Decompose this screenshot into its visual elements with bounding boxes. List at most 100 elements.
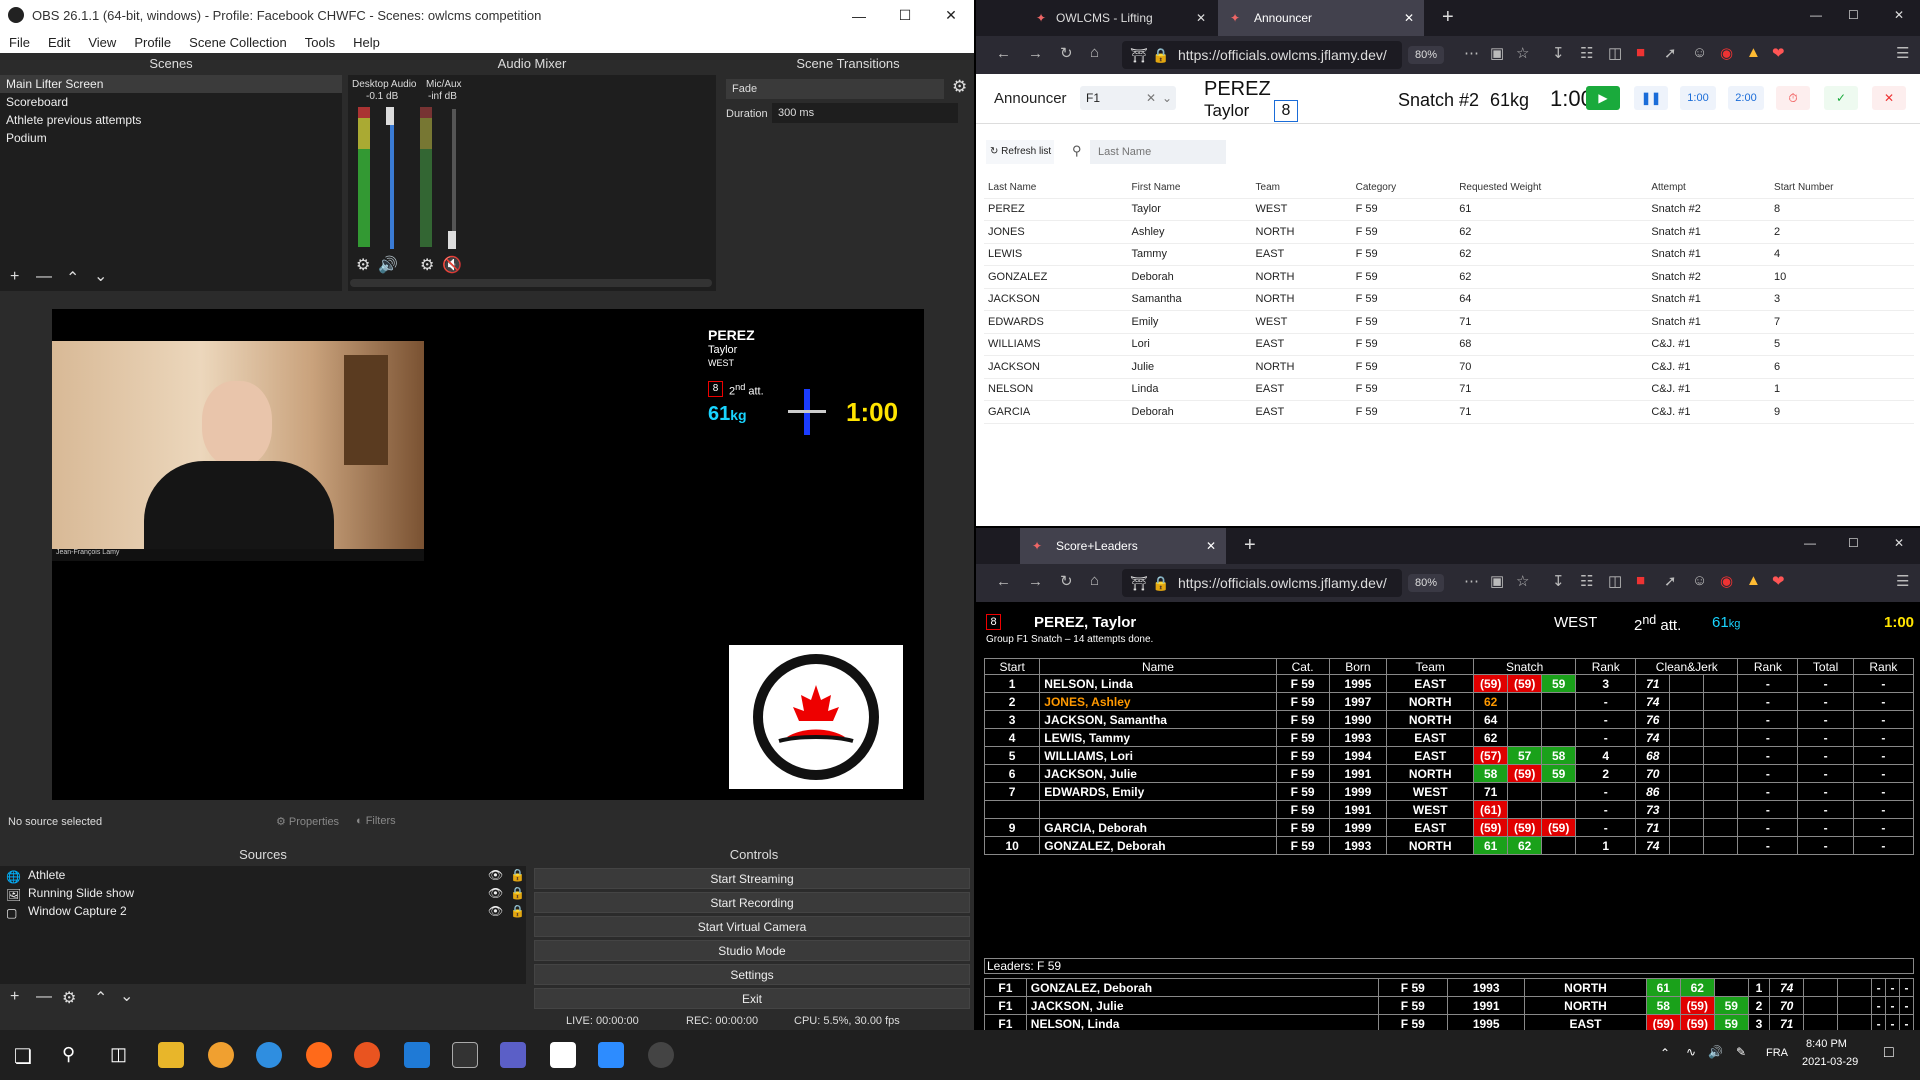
language-indicator[interactable]: FRA <box>1766 1047 1788 1059</box>
menu-icon[interactable]: ☰ <box>1896 44 1909 62</box>
zoom-level[interactable]: 80% <box>1408 46 1444 64</box>
clock-time[interactable]: 8:40 PM <box>1806 1038 1847 1050</box>
remove-source-icon[interactable]: — <box>36 988 52 1006</box>
column-header[interactable]: Start Number <box>1770 178 1914 198</box>
menu-file[interactable]: File <box>0 35 39 50</box>
eye-icon[interactable]: 👁 <box>488 902 503 920</box>
menu-edit[interactable]: Edit <box>39 35 79 50</box>
table-row[interactable]: WILLIAMS Lori EAST F 59 68 C&J. #1 5 <box>984 333 1914 356</box>
scene-item[interactable]: Athlete previous attempts <box>0 111 342 129</box>
desktop-audio-fader-handle[interactable] <box>386 107 394 125</box>
extension-icon[interactable]: ■ <box>1636 572 1645 589</box>
terminal-icon[interactable] <box>452 1042 478 1068</box>
source-item[interactable]: ▢ Window Capture 2 👁 🔒 <box>0 902 526 920</box>
pocket-icon[interactable]: ▣ <box>1490 44 1504 62</box>
menu-scene-collection[interactable]: Scene Collection <box>180 35 296 50</box>
move-up-icon[interactable]: ⌃ <box>66 268 79 288</box>
add-scene-icon[interactable]: + <box>10 268 19 286</box>
extension-icon[interactable]: ➚ <box>1664 572 1677 590</box>
transition-select[interactable]: Fade <box>726 79 944 99</box>
new-tab-icon[interactable]: + <box>1442 6 1454 29</box>
no-lift-button[interactable]: ✕ <box>1872 86 1906 110</box>
extension-icon[interactable]: ▲ <box>1746 44 1761 61</box>
move-up-icon[interactable]: ⌃ <box>94 988 107 1008</box>
ubuntu-icon[interactable] <box>354 1042 380 1068</box>
menu-tools[interactable]: Tools <box>296 35 344 50</box>
close-tab-icon[interactable]: ✕ <box>1206 539 1216 553</box>
minimize-icon[interactable]: — <box>1804 536 1816 550</box>
lock-icon[interactable]: 🔒 <box>510 884 525 902</box>
vscode-icon[interactable] <box>404 1042 430 1068</box>
close-icon[interactable]: ✕ <box>1894 8 1904 22</box>
windows-start-icon[interactable]: ❏ <box>14 1044 32 1069</box>
notepad-icon[interactable] <box>550 1042 576 1068</box>
app-icon[interactable] <box>500 1042 526 1068</box>
extension-icon[interactable]: ➚ <box>1664 44 1677 62</box>
sidebar-icon[interactable]: ◫ <box>1608 44 1622 62</box>
minimize-icon[interactable]: — <box>1810 8 1822 22</box>
close-tab-icon[interactable]: ✕ <box>1196 11 1206 25</box>
gear-icon[interactable]: ⚙ <box>952 77 967 97</box>
file-explorer-icon[interactable] <box>158 1042 184 1068</box>
filters-button[interactable]: ◐ Filters <box>356 815 396 827</box>
edge-icon[interactable] <box>256 1042 282 1068</box>
table-row[interactable]: NELSON Linda EAST F 59 71 C&J. #1 1 <box>984 378 1914 401</box>
close-tab-icon[interactable]: ✕ <box>1404 11 1414 25</box>
table-row[interactable]: JACKSON Samantha NORTH F 59 64 Snatch #1 3 <box>984 288 1914 311</box>
add-source-icon[interactable]: + <box>10 988 19 1006</box>
source-item[interactable]: 🖼 Running Slide show 👁 🔒 <box>0 884 526 902</box>
table-row[interactable]: LEWIS Tammy EAST F 59 62 Snatch #1 4 <box>984 243 1914 266</box>
extension-icon[interactable]: ▲ <box>1746 572 1761 589</box>
lock-icon[interactable]: 🔒 <box>510 866 525 884</box>
gear-icon[interactable]: ⚙ <box>62 988 76 1008</box>
minimize-icon[interactable]: — <box>836 0 882 31</box>
table-row[interactable]: GONZALEZ Deborah NORTH F 59 62 Snatch #2 10 <box>984 266 1914 288</box>
scene-item[interactable]: Scoreboard <box>0 93 342 111</box>
bookmark-star-icon[interactable]: ☆ <box>1516 572 1529 590</box>
reset-2min-button[interactable]: 2:00 <box>1728 86 1764 110</box>
menu-icon[interactable]: ☰ <box>1896 572 1909 590</box>
ublock-icon[interactable]: ◉ <box>1720 572 1733 590</box>
scene-item[interactable]: Main Lifter Screen <box>0 75 342 93</box>
column-header[interactable]: Category <box>1352 178 1456 198</box>
maximize-icon[interactable]: ☐ <box>1848 536 1859 550</box>
pen-icon[interactable]: ✎ <box>1736 1045 1746 1059</box>
last-name-search-input[interactable] <box>1090 140 1226 164</box>
play-button[interactable]: ▶ <box>1586 86 1620 110</box>
bookmark-star-icon[interactable]: ☆ <box>1516 44 1529 62</box>
column-header[interactable]: First Name <box>1128 178 1252 198</box>
column-header[interactable]: Requested Weight <box>1455 178 1647 198</box>
close-icon[interactable]: ✕ <box>1894 536 1904 550</box>
zoom-icon[interactable] <box>598 1042 624 1068</box>
account-icon[interactable]: ☺ <box>1692 44 1707 61</box>
volume-icon[interactable]: 🔊 <box>1708 1045 1723 1059</box>
pause-button[interactable]: ❚❚ <box>1634 86 1668 110</box>
menu-profile[interactable]: Profile <box>125 35 180 50</box>
table-row[interactable]: GARCIA Deborah EAST F 59 71 C&J. #1 9 <box>984 401 1914 423</box>
home-icon[interactable]: ⌂ <box>1090 44 1099 61</box>
account-icon[interactable]: ☺ <box>1692 572 1707 589</box>
mic-aux-fader-handle[interactable] <box>448 231 456 249</box>
start-virtual-camera-button[interactable]: Start Virtual Camera <box>534 916 970 937</box>
clock-date[interactable]: 2021-03-29 <box>1802 1056 1858 1068</box>
firefox-icon[interactable] <box>306 1042 332 1068</box>
mixer-scrollbar[interactable] <box>350 279 712 287</box>
menu-view[interactable]: View <box>79 35 125 50</box>
lock-icon[interactable]: 🔒 <box>510 902 525 920</box>
table-row[interactable]: JACKSON Julie NORTH F 59 70 C&J. #1 6 <box>984 356 1914 378</box>
duration-input[interactable]: 300 ms <box>772 103 958 123</box>
column-header[interactable]: Attempt <box>1647 178 1770 198</box>
start-streaming-button[interactable]: Start Streaming <box>534 868 970 889</box>
more-icon[interactable]: ⋯ <box>1464 572 1479 590</box>
url-bar[interactable]: ⛩ 🔒 https://officials.owlcms.jflamy.dev/ <box>1122 41 1402 69</box>
network-icon[interactable]: ∿ <box>1686 1045 1696 1059</box>
reset-1min-button[interactable]: 1:00 <box>1680 86 1716 110</box>
gear-icon[interactable]: ⚙ <box>420 255 434 275</box>
speaker-muted-icon[interactable]: 🔇 <box>442 255 462 275</box>
home-icon[interactable]: ⌂ <box>1090 572 1099 589</box>
eye-icon[interactable]: 👁 <box>488 884 503 902</box>
desktop-audio-fader[interactable] <box>390 109 394 249</box>
reload-icon[interactable]: ↻ <box>1060 572 1073 590</box>
close-icon[interactable]: ✕ <box>928 0 974 31</box>
back-icon[interactable]: ← <box>996 45 1011 62</box>
